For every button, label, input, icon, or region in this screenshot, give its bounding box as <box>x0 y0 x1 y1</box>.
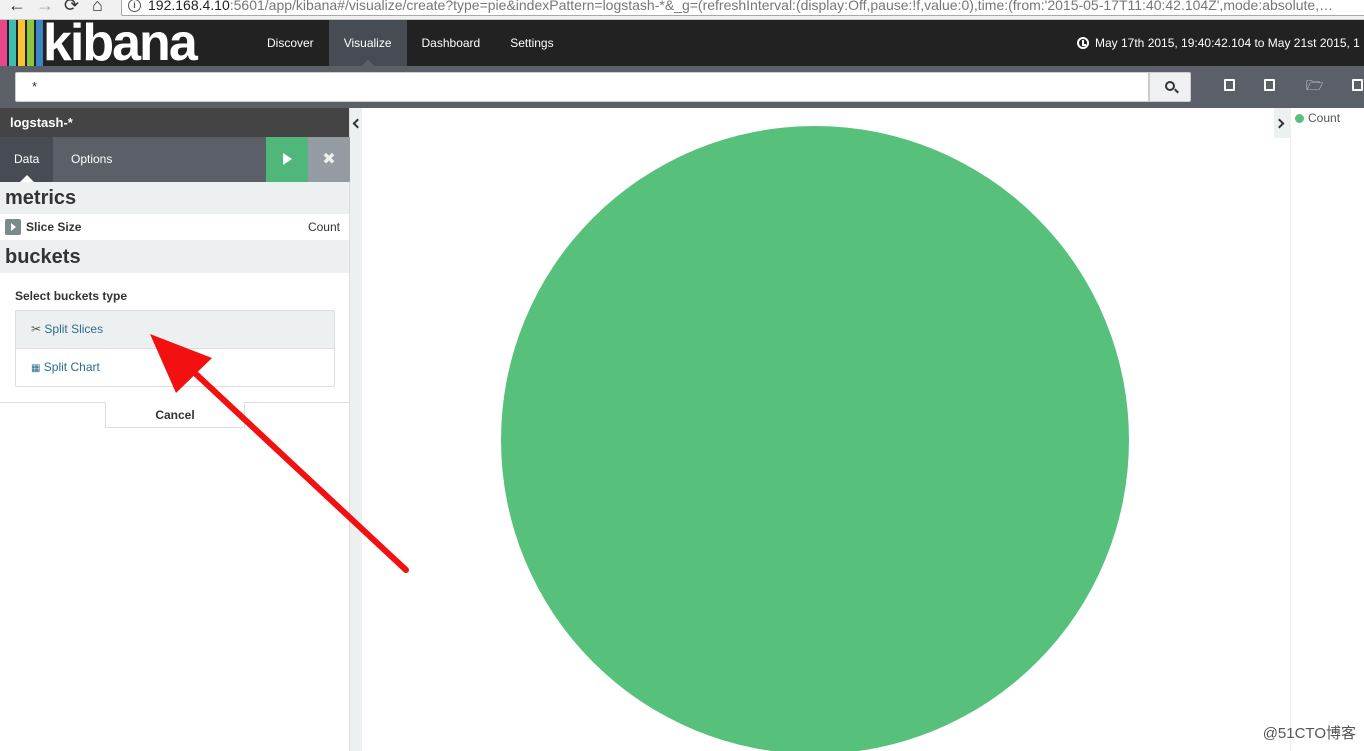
kibana-navbar: kibana Discover Visualize Dashboard Sett… <box>0 14 1364 72</box>
split-chart-label: Split Chart <box>43 360 100 374</box>
pie-chart <box>501 126 1129 751</box>
cancel-button[interactable]: Cancel <box>105 402 245 428</box>
legend-item[interactable]: Count <box>1295 111 1340 125</box>
scissors-icon: ✂ <box>31 322 42 336</box>
save-icon[interactable] <box>1262 78 1276 92</box>
nav-visualize[interactable]: Visualize <box>328 20 407 66</box>
grid-icon: ▦ <box>31 363 41 374</box>
clock-icon <box>1077 37 1089 49</box>
buckets-heading: buckets <box>0 241 349 273</box>
url-path: :5601/app/kibana#/visualize/create?type=… <box>229 0 1334 13</box>
legend-label: Count <box>1308 111 1341 125</box>
bucket-type-list: ✂ Split Slices ▦ Split Chart <box>15 310 335 387</box>
info-icon[interactable]: i <box>128 0 141 12</box>
visualization-area <box>362 108 1274 751</box>
address-bar[interactable]: i 192.168.4.10:5601/app/kibana#/visualiz… <box>121 0 1364 16</box>
address-url: 192.168.4.10:5601/app/kibana#/visualize/… <box>148 0 1333 13</box>
select-buckets-label: Select buckets type <box>15 289 128 303</box>
metrics-heading: metrics <box>0 182 349 214</box>
time-range: May 17th 2015, 19:40:42.104 to May 21st … <box>1095 36 1360 50</box>
logo-bar <box>0 20 7 66</box>
legend: Count <box>1290 108 1364 751</box>
search-input[interactable]: * <box>15 72 1149 102</box>
main-nav: Discover Visualize Dashboard Settings <box>252 20 569 66</box>
apply-changes-button[interactable] <box>266 137 308 182</box>
metric-value: Count <box>307 220 340 234</box>
pie-slice-count[interactable] <box>501 126 1129 751</box>
sidebar-tabs: Data Options ✖ <box>0 137 350 182</box>
search-icon <box>1165 81 1175 91</box>
new-visualization-icon[interactable] <box>1222 78 1236 92</box>
watermark: @51CTO博客 <box>1262 725 1356 742</box>
legend-dot <box>1295 114 1304 123</box>
nav-settings[interactable]: Settings <box>495 20 568 66</box>
buckets-panel: Select buckets type ✂ Split Slices ▦ Spl… <box>0 273 349 403</box>
logo-bar <box>9 20 16 66</box>
kibana-logo[interactable]: kibana <box>43 14 198 72</box>
tab-data[interactable]: Data <box>0 137 54 182</box>
tab-options[interactable]: Options <box>57 137 126 182</box>
nav-dashboard[interactable]: Dashboard <box>407 20 496 66</box>
search-button[interactable] <box>1149 72 1191 102</box>
share-icon[interactable] <box>1350 78 1364 92</box>
sidebar-collapse-gutter[interactable] <box>350 108 362 751</box>
split-slices-option[interactable]: ✂ Split Slices <box>16 311 334 349</box>
expand-caret-icon[interactable] <box>5 219 21 235</box>
nav-discover[interactable]: Discover <box>252 20 329 66</box>
discard-changes-button[interactable]: ✖ <box>308 137 350 182</box>
logo-bar <box>18 20 25 66</box>
index-pattern-title: logstash-* <box>0 108 349 137</box>
metric-slice-size[interactable]: Slice Size Count <box>0 214 349 241</box>
url-host: 192.168.4.10 <box>148 0 230 13</box>
logo-bar <box>36 20 43 66</box>
split-chart-option[interactable]: ▦ Split Chart <box>16 349 334 387</box>
time-picker[interactable]: May 17th 2015, 19:40:42.104 to May 21st … <box>1077 36 1360 50</box>
logo-bar <box>27 20 34 66</box>
folder-open-icon[interactable]: 🗁 <box>1306 78 1323 92</box>
split-slices-label: Split Slices <box>44 322 104 336</box>
kibana-logo-bars <box>0 20 46 66</box>
back-icon[interactable]: ← <box>8 0 26 16</box>
browser-toolbar: ← → ⟳ ⌂ i 192.168.4.10:5601/app/kibana#/… <box>0 0 1364 20</box>
metric-label: Slice Size <box>26 220 82 234</box>
vis-editor-sidebar: logstash-* Data Options ✖ metrics Slice … <box>0 108 350 751</box>
query-bar: * <box>0 66 1364 108</box>
